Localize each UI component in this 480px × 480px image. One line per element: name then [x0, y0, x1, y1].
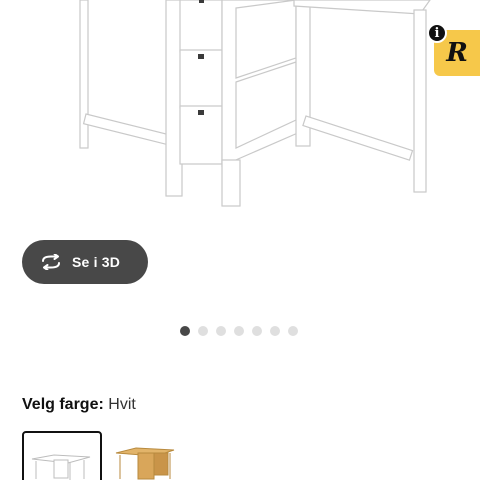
carousel-dot[interactable] — [216, 326, 226, 336]
rotate-3d-icon — [42, 254, 60, 270]
carousel-pagination — [180, 326, 298, 338]
info-icon[interactable]: i — [427, 23, 447, 43]
carousel-dot[interactable] — [252, 326, 262, 336]
color-swatch-white[interactable] — [22, 431, 102, 480]
color-label-value: Hvit — [108, 396, 136, 413]
carousel-dot[interactable] — [198, 326, 208, 336]
color-selector-label: Velg farge: Hvit — [22, 396, 136, 414]
carousel-dot[interactable] — [180, 326, 190, 336]
carousel-dot[interactable] — [288, 326, 298, 336]
view-3d-button[interactable]: Se i 3D — [22, 240, 148, 284]
color-label-key: Velg farge: — [22, 396, 104, 413]
white-table-swatch — [31, 454, 91, 480]
carousel-dot[interactable] — [234, 326, 244, 336]
badge-mark: R — [446, 38, 468, 68]
product-page: R i Se i 3D Velg farge: Hvit — [0, 0, 480, 480]
birch-table-swatch — [115, 447, 175, 480]
info-glyph: i — [434, 25, 440, 41]
product-image[interactable] — [0, 0, 480, 230]
carousel-dot[interactable] — [270, 326, 280, 336]
drop-leaf-table-white-image — [79, 0, 431, 207]
view-3d-label: Se i 3D — [72, 254, 121, 270]
color-swatch-birch[interactable] — [110, 431, 190, 480]
